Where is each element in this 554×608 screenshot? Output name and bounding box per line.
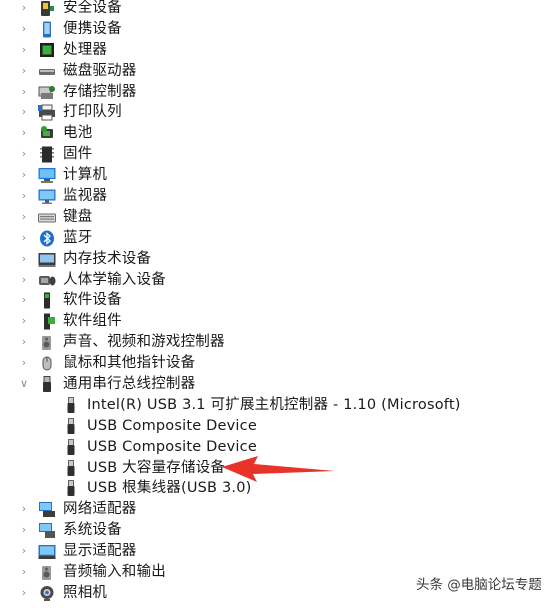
arrow-shape [222,456,335,482]
watermark: 头条 @电脑论坛专题 [412,572,546,594]
red-arrow-annotation [222,456,335,482]
